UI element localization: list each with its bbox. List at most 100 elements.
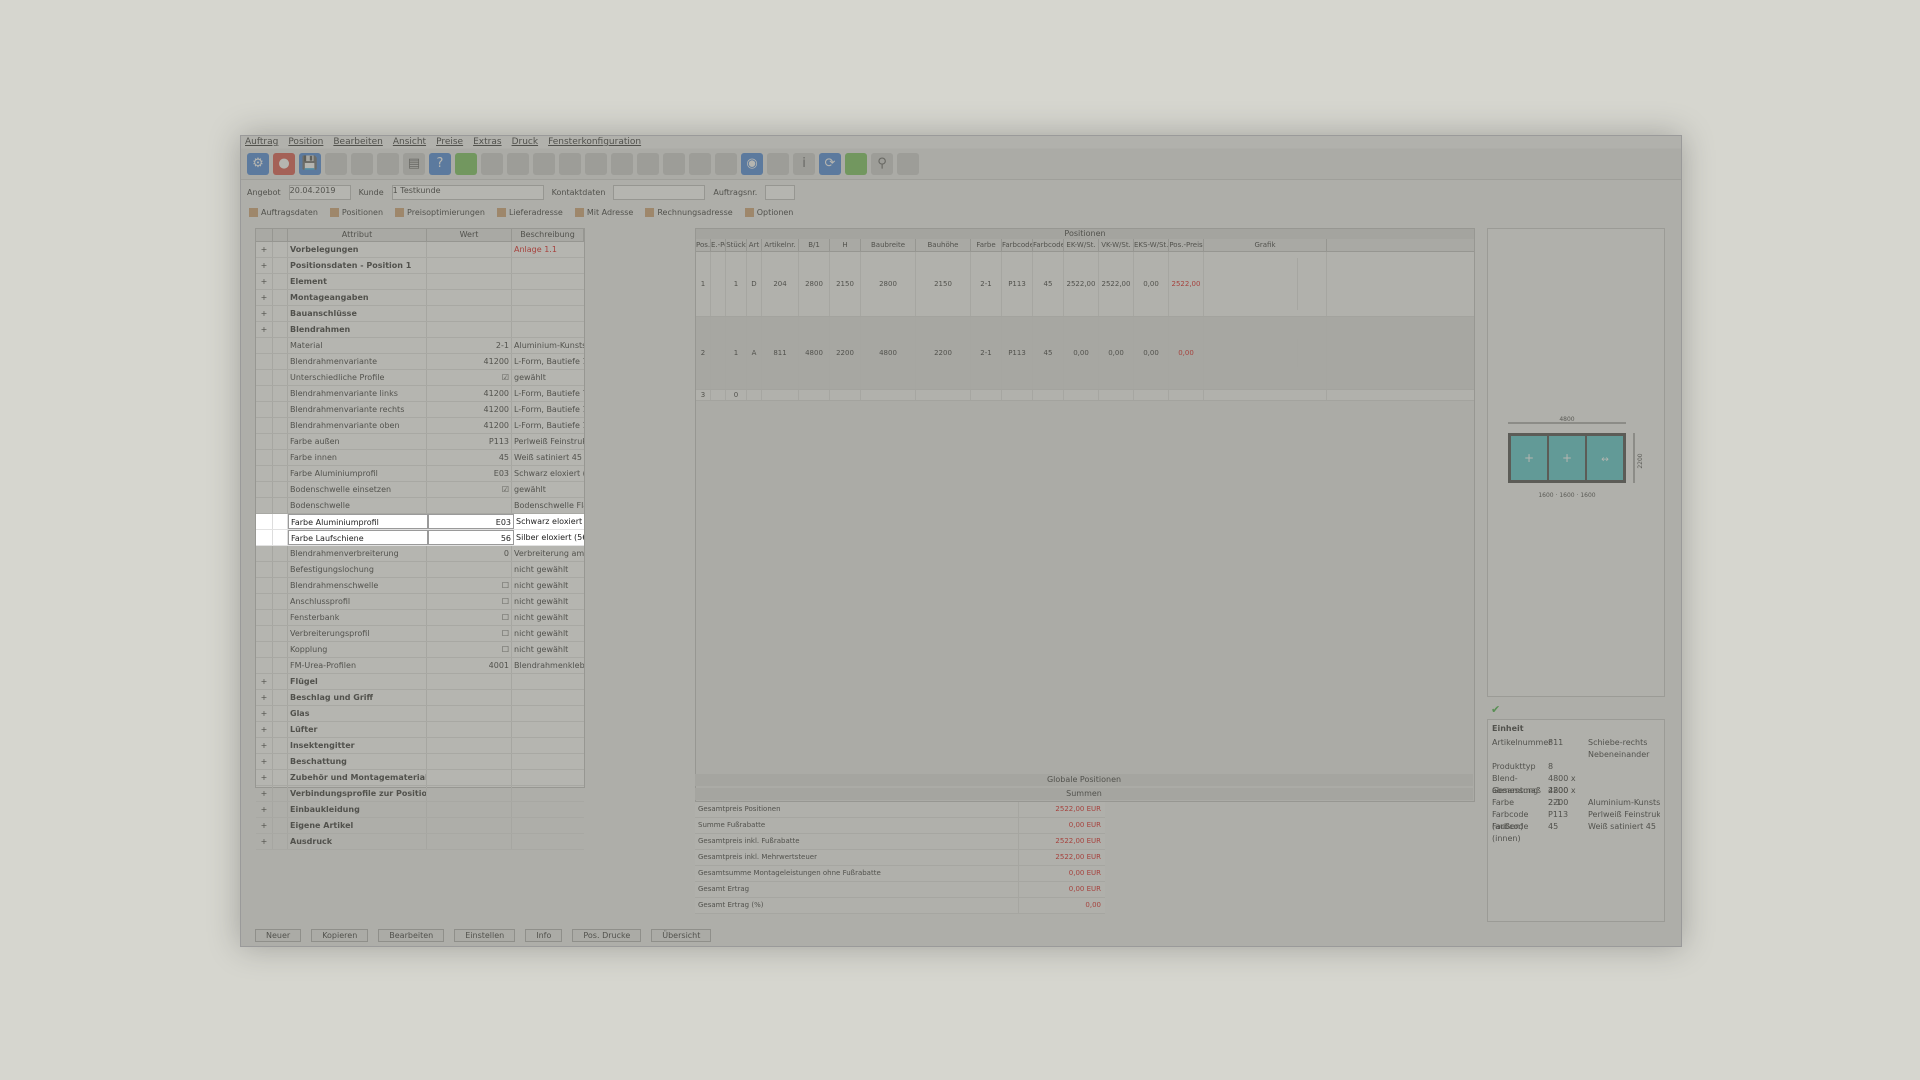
col-attribut[interactable]: Attribut <box>288 229 427 241</box>
attribute-value[interactable] <box>427 802 512 817</box>
bottom-button-2[interactable]: Bearbeiten <box>378 929 445 942</box>
expand-toggle[interactable] <box>256 466 273 481</box>
expand-toggle[interactable] <box>256 642 273 657</box>
col-header[interactable]: H <box>830 239 861 251</box>
bottom-button-0[interactable]: Neuer <box>255 929 302 942</box>
attribute-value[interactable] <box>427 754 512 769</box>
attribute-row[interactable]: + Glas <box>256 706 584 722</box>
attribute-row[interactable]: + Lüfter <box>256 722 584 738</box>
attribute-row[interactable]: Verbreiterungsprofil ☐ nicht gewählt <box>256 626 584 642</box>
attribute-value[interactable]: 4001 <box>427 658 512 673</box>
attribute-row[interactable]: Blendrahmenvariante links 41200 L-Form, … <box>256 386 584 402</box>
bottom-button-5[interactable]: Pos. Drucke <box>572 929 642 942</box>
list-icon[interactable] <box>507 153 529 175</box>
expand-toggle[interactable] <box>256 450 273 465</box>
attribute-value[interactable] <box>427 258 512 273</box>
col-header[interactable]: EK-W/St. <box>1064 239 1099 251</box>
attribute-value[interactable]: 0 <box>427 546 512 561</box>
menu-item-0[interactable]: Auftrag <box>245 136 278 148</box>
expand-toggle[interactable]: + <box>256 274 273 289</box>
expand-toggle[interactable] <box>256 482 273 497</box>
attribute-row[interactable]: + Zubehör und Montagematerial <box>256 770 584 786</box>
expand-toggle[interactable]: + <box>256 690 273 705</box>
col-header[interactable]: Art <box>747 239 762 251</box>
attribute-row[interactable]: + Element <box>256 274 584 290</box>
expand-toggle[interactable]: + <box>256 834 273 849</box>
menu-item-3[interactable]: Ansicht <box>393 136 426 148</box>
attribute-value[interactable] <box>427 786 512 801</box>
attribute-row[interactable]: + Bauanschlüsse <box>256 306 584 322</box>
start-icon[interactable]: ⚙ <box>247 153 269 175</box>
col-header[interactable]: Grafik <box>1204 239 1327 251</box>
tree-icon[interactable] <box>845 153 867 175</box>
attribute-value[interactable]: ☐ <box>427 626 512 641</box>
col-beschreibung[interactable]: Beschreibung <box>512 229 584 241</box>
attribute-row[interactable]: + Positionsdaten - Position 1 <box>256 258 584 274</box>
tab-0[interactable]: Auftragsdaten <box>249 208 318 217</box>
expand-toggle[interactable] <box>256 386 273 401</box>
angebot-date-field[interactable]: 20.04.2019 <box>288 184 351 200</box>
bottom-button-1[interactable]: Kopieren <box>311 929 369 942</box>
expand-toggle[interactable] <box>256 418 273 433</box>
col-header[interactable]: Farbcode <box>1002 239 1033 251</box>
attribute-value[interactable]: 56 <box>428 530 514 545</box>
col-header[interactable]: Farbcode <box>1033 239 1064 251</box>
expand-toggle[interactable]: + <box>256 818 273 833</box>
attribute-row[interactable]: Blendrahmenverbreiterung 0 Verbreiterung… <box>256 546 584 562</box>
expand-toggle[interactable] <box>256 354 273 369</box>
attribute-value[interactable] <box>427 738 512 753</box>
attribute-row[interactable]: Bodenschwelle Bodenschwelle Flatrahmen f… <box>256 498 584 514</box>
attribute-value[interactable] <box>427 674 512 689</box>
expand-toggle[interactable] <box>256 402 273 417</box>
attribute-row[interactable]: Farbe außen P113 Perlweiß Feinstruktur P… <box>256 434 584 450</box>
col-header[interactable]: Stück <box>726 239 747 251</box>
position-row[interactable]: 30 <box>696 390 1474 401</box>
kunde-field[interactable]: 1 Testkunde <box>391 184 544 200</box>
attribute-value[interactable]: ☐ <box>427 642 512 657</box>
attribute-value[interactable] <box>427 562 512 577</box>
attribute-row[interactable]: Blendrahmenvariante oben 41200 L-Form, B… <box>256 418 584 434</box>
expand-toggle[interactable] <box>256 370 273 385</box>
tab-4[interactable]: Mit Adresse <box>574 208 633 217</box>
expand-toggle[interactable] <box>256 610 273 625</box>
expand-toggle[interactable] <box>256 594 273 609</box>
save-icon[interactable]: 💾 <box>299 153 321 175</box>
print-icon[interactable] <box>325 153 347 175</box>
attribute-value[interactable]: 41200 <box>427 418 512 433</box>
attribute-row[interactable]: + Flügel <box>256 674 584 690</box>
attribute-row[interactable]: + Insektengitter <box>256 738 584 754</box>
tab-1[interactable]: Positionen <box>329 208 383 217</box>
attribute-row[interactable]: + Vorbelegungen Anlage 1.1 <box>256 242 584 258</box>
expand-toggle[interactable]: + <box>256 242 273 257</box>
attribute-row[interactable]: Unterschiedliche Profile ☑ gewählt <box>256 370 584 386</box>
attribute-row[interactable]: Blendrahmenschwelle ☐ nicht gewählt <box>256 578 584 594</box>
menu-item-4[interactable]: Preise <box>436 136 463 148</box>
tab-3[interactable]: Lieferadresse <box>496 208 563 217</box>
expand-toggle[interactable]: + <box>256 706 273 721</box>
attribute-value[interactable] <box>427 770 512 785</box>
expand-toggle[interactable]: + <box>256 738 273 753</box>
attribute-row[interactable]: Material 2-1 Aluminium-Kunststoff <box>256 338 584 354</box>
attribute-row[interactable]: + Ausdruck <box>256 834 584 850</box>
bottom-button-3[interactable]: Einstellen <box>454 929 516 942</box>
expand-toggle[interactable] <box>256 546 273 561</box>
attribute-row[interactable]: Farbe innen 45 Weiß satiniert 45 <box>256 450 584 466</box>
menu-item-5[interactable]: Extras <box>473 136 501 148</box>
attribute-value[interactable] <box>427 834 512 849</box>
attribute-row[interactable]: + Beschattung <box>256 754 584 770</box>
users-icon[interactable] <box>351 153 373 175</box>
sync-icon[interactable]: ⟳ <box>819 153 841 175</box>
box4-icon[interactable] <box>715 153 737 175</box>
attribute-row[interactable]: Farbe Aluminiumprofil E03 Schwarz eloxie… <box>256 514 584 530</box>
attribute-row[interactable]: + Einbaukleidung <box>256 802 584 818</box>
expand-toggle[interactable] <box>256 530 273 545</box>
attribute-value[interactable] <box>427 274 512 289</box>
attribute-row[interactable]: + Beschlag und Griff <box>256 690 584 706</box>
attribute-row[interactable]: + Montageangaben <box>256 290 584 306</box>
attribute-value[interactable] <box>427 322 512 337</box>
attribute-value[interactable]: 45 <box>427 450 512 465</box>
bottom-button-6[interactable]: Übersicht <box>651 929 712 942</box>
col-header[interactable]: B/1 <box>799 239 830 251</box>
expand-toggle[interactable]: + <box>256 802 273 817</box>
merge-icon[interactable] <box>611 153 633 175</box>
